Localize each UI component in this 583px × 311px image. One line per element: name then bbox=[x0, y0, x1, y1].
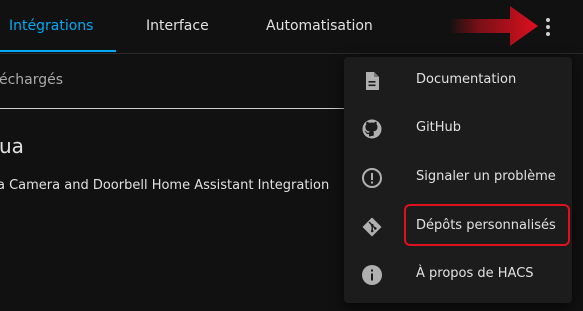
github-icon bbox=[362, 119, 382, 139]
active-tab-indicator bbox=[0, 50, 116, 52]
menu-item-label: Documentation bbox=[416, 72, 517, 87]
menu-item-label: Signaler un problème bbox=[416, 169, 556, 184]
menu-item-label: GitHub bbox=[416, 120, 462, 135]
menu-item-github[interactable]: GitHub bbox=[344, 105, 572, 153]
menu-item-report-issue[interactable]: Signaler un problème bbox=[344, 154, 572, 202]
document-icon bbox=[366, 72, 379, 90]
annotation-arrow-icon bbox=[450, 6, 538, 46]
filter-field[interactable]: échargés bbox=[0, 54, 360, 109]
kebab-dot bbox=[546, 25, 550, 29]
tab-automatisation[interactable]: Automatisation bbox=[266, 0, 373, 53]
kebab-dot bbox=[546, 18, 550, 22]
kebab-dot bbox=[546, 32, 550, 36]
overflow-menu: Documentation GitHub Signaler un problèm… bbox=[344, 57, 572, 303]
menu-item-about[interactable]: À propos de HACS bbox=[344, 251, 572, 299]
info-icon bbox=[362, 265, 382, 285]
git-icon bbox=[362, 217, 382, 237]
repository-title: ua bbox=[0, 134, 24, 158]
overflow-menu-button[interactable] bbox=[538, 10, 560, 42]
tab-interface[interactable]: Interface bbox=[146, 0, 209, 53]
repository-description: a Camera and Doorbell Home Assistant Int… bbox=[0, 178, 330, 193]
filter-text: échargés bbox=[0, 72, 64, 88]
hacs-page: Intégrations Interface Automatisation éc… bbox=[0, 0, 583, 311]
annotation-highlight-box bbox=[404, 204, 570, 246]
menu-item-documentation[interactable]: Documentation bbox=[344, 57, 572, 105]
tab-integrations[interactable]: Intégrations bbox=[9, 0, 93, 53]
alert-circle-icon bbox=[362, 168, 382, 188]
menu-item-label: À propos de HACS bbox=[416, 266, 534, 281]
